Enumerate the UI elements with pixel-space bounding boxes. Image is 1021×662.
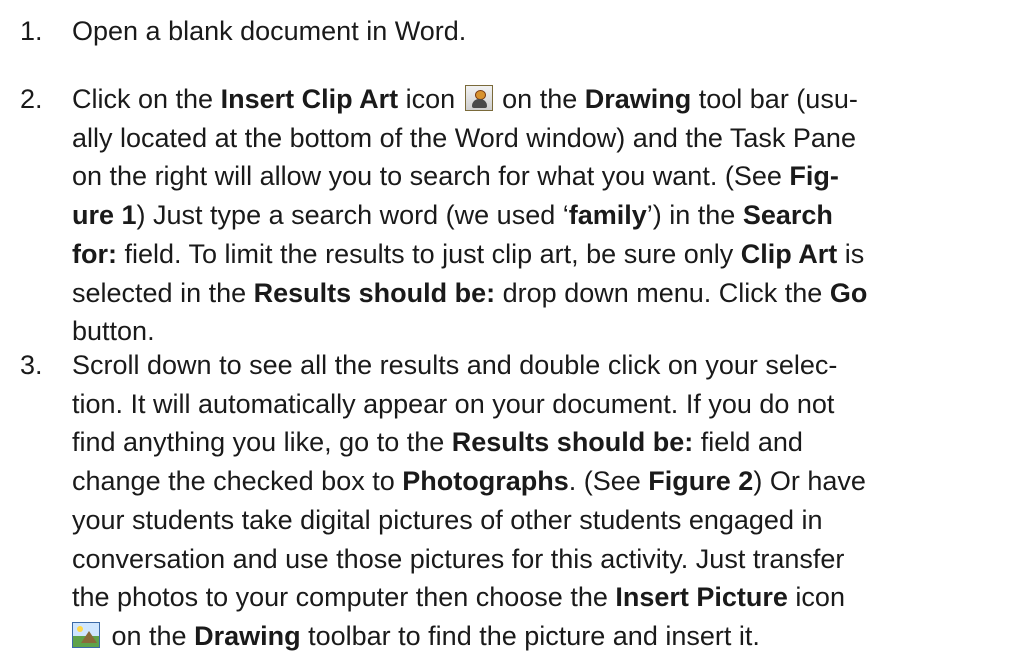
text-run: ally located at the bottom of the Word w… <box>72 122 856 153</box>
clipart-icon <box>464 85 493 111</box>
text-run: ’) in the <box>646 200 743 231</box>
text-run: on the right will allow you to search fo… <box>72 161 790 192</box>
emphasis-text: Figure 2 <box>648 466 754 497</box>
emphasis-text: Results should be: <box>451 427 694 458</box>
emphasis-text: for: <box>72 238 117 269</box>
step-number: 2. <box>20 84 43 114</box>
text-run: field. To limit the results to just clip… <box>116 238 741 269</box>
text-run: toolbar to find the picture and insert i… <box>300 620 760 651</box>
step-text: for: field. To limit the results to just… <box>72 235 1013 274</box>
emphasis-text: Drawing <box>584 84 692 114</box>
text-run: icon <box>787 582 845 613</box>
step-number: 3. <box>20 350 43 380</box>
step-text: Scroll down to see all the results and d… <box>72 346 1013 385</box>
step-text: Open a blank document in Word. <box>72 12 1013 51</box>
emphasis-text: Clip Art <box>740 238 838 269</box>
step-text: tion. It will automatically appear on yo… <box>72 385 1013 424</box>
step-text: conversation and use those pictures for … <box>72 540 1013 579</box>
step-number: 1. <box>20 16 43 46</box>
step-text: ally located at the bottom of the Word w… <box>72 119 1013 158</box>
picture-icon <box>72 621 100 648</box>
step-text: selected in the Results should be: drop … <box>72 274 1013 313</box>
step-text: Click on the Insert Clip Art icon on the… <box>72 80 1013 119</box>
emphasis-text: family <box>568 200 647 231</box>
emphasis-text: Go <box>829 277 868 308</box>
text-run: ) Or have <box>753 466 866 497</box>
text-run: field and <box>693 427 803 458</box>
text-run: Click on the <box>72 84 221 114</box>
text-run: . (See <box>568 466 649 497</box>
emphasis-text: ure 1 <box>72 200 137 231</box>
text-run: tool bar (usu- <box>691 84 858 114</box>
emphasis-text: Photographs <box>402 466 569 497</box>
text-run: the photos to your computer then choose … <box>72 582 616 613</box>
step-text: your students take digital pictures of o… <box>72 501 1013 540</box>
text-run: on the <box>494 84 585 114</box>
text-run: conversation and use those pictures for … <box>72 543 845 574</box>
document-page: 1. Open a blank document in Word. 2. Cli… <box>0 0 1021 662</box>
step-text: the photos to your computer then choose … <box>72 578 1013 617</box>
text-run: button. <box>72 316 155 347</box>
step-text: change the checked box to Photographs. (… <box>72 462 1013 501</box>
text-run: find anything you like, go to the <box>72 427 452 458</box>
emphasis-text: Insert Clip Art <box>220 84 399 114</box>
text-run: is <box>837 238 865 269</box>
text-run: icon <box>398 84 463 114</box>
text-run: Open a blank document in Word. <box>72 16 467 46</box>
text-run: ) Just type a search word (we used ‘ <box>136 200 569 231</box>
text-run: Scroll down to see all the results and d… <box>72 350 838 380</box>
emphasis-text: Drawing <box>194 620 301 651</box>
step-text: ure 1) Just type a search word (we used … <box>72 196 1013 235</box>
text-run: change the checked box to <box>72 466 403 497</box>
step-text: on the right will allow you to search fo… <box>72 157 1013 196</box>
emphasis-text: Fig- <box>789 161 839 192</box>
emphasis-text: Results should be: <box>253 277 496 308</box>
step-text: find anything you like, go to the Result… <box>72 423 1013 462</box>
text-run: tion. It will automatically appear on yo… <box>72 388 835 419</box>
emphasis-text: Search <box>742 200 833 231</box>
text-run: drop down menu. Click the <box>495 277 830 308</box>
text-run: on the <box>104 620 195 651</box>
text-run: selected in the <box>72 277 254 308</box>
text-run: your students take digital pictures of o… <box>72 504 823 535</box>
step-text: on the Drawing toolbar to find the pictu… <box>72 617 1013 656</box>
emphasis-text: Insert Picture <box>615 582 788 613</box>
